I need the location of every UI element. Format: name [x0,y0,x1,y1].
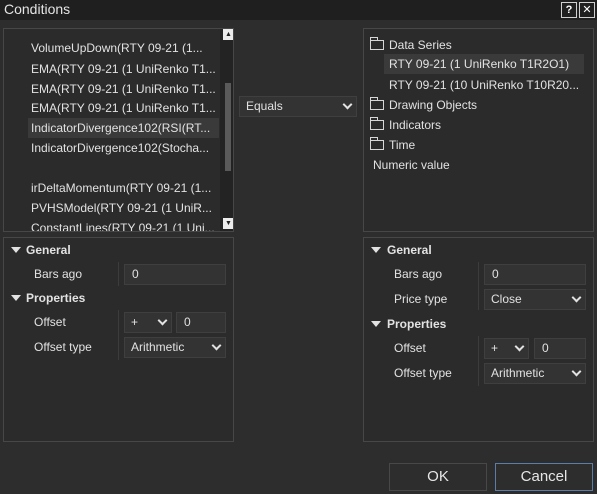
tree-label: Numeric value [373,158,450,172]
chevron-down-icon [571,292,582,303]
offset-type-select[interactable]: Arithmetic [484,363,586,384]
bars-ago-label: Bars ago [394,267,443,281]
chevron-down-icon [157,315,168,326]
collapse-triangle-icon[interactable] [11,295,21,301]
chevron-down-icon [342,99,353,110]
section-properties: Properties [387,317,447,331]
offset-type-value: Arithmetic [491,366,545,380]
tree-label: Time [389,138,416,152]
offset-input[interactable]: 0 [534,338,586,359]
offset-sign-select[interactable]: + [484,338,529,359]
tree-label: RTY 09-21 (1 UniRenko T1R2O1) [389,57,570,71]
help-button[interactable]: ? [561,2,577,18]
folder-icon [370,97,384,110]
offset-label: Offset [394,341,426,355]
offset-type-label: Offset type [394,366,452,380]
list-scrollbar[interactable]: ▲ ▼ [220,29,233,231]
left-properties-panel: General Bars ago 0 Properties Offset + 0… [3,237,234,442]
tree-label: Data Series [389,38,452,52]
left-indicator-list: VolumeUpDown(RTY 09-21 (1... EMA(RTY 09-… [3,28,234,232]
ok-button[interactable]: OK [389,463,487,491]
list-item[interactable] [31,158,219,178]
section-general: General [387,243,432,257]
column-divider [478,336,479,386]
offset-type-label: Offset type [34,340,92,354]
list-item[interactable]: ConstantLines(RTY 09-21 (1 Uni... [31,218,219,231]
tree-item-selected[interactable]: RTY 09-21 (1 UniRenko T1R2O1) [384,54,584,74]
chevron-down-icon [514,341,525,352]
list-item[interactable]: EMA(RTY 09-21 (1 UniRenko T1... [31,98,219,118]
scroll-down-icon[interactable]: ▼ [223,218,233,229]
column-divider [118,262,119,286]
list-item[interactable]: PVHSModel(RTY 09-21 (1 UniR... [31,198,219,218]
bars-ago-label: Bars ago [34,267,83,281]
offset-label: Offset [34,315,66,329]
tree-label: Indicators [389,118,442,132]
bars-ago-input[interactable]: 0 [484,264,586,285]
close-button[interactable]: ✕ [579,2,595,18]
chevron-down-icon [211,340,222,351]
list-item[interactable]: IndicatorDivergence102(Stocha... [31,138,219,158]
right-value-tree: Data Series RTY 09-21 (1 UniRenko T1R2O1… [363,28,594,232]
list-item[interactable]: VolumeUpDown(RTY 09-21 (1... [31,38,219,58]
column-divider [478,262,479,310]
window-title: Conditions [4,1,71,17]
folder-icon [370,117,384,130]
tree-folder-data-series[interactable]: Data Series [370,35,452,55]
offset-type-value: Arithmetic [131,340,185,354]
section-general: General [26,243,71,257]
list-item[interactable]: EMA(RTY 09-21 (1 UniRenko T1... [31,59,219,79]
collapse-triangle-icon[interactable] [371,321,381,327]
tree-label: RTY 09-21 (10 UniRenko T10R20... [389,78,580,92]
tree-item[interactable]: RTY 09-21 (10 UniRenko T10R20... [389,75,587,95]
offset-type-select[interactable]: Arithmetic [124,337,226,358]
scroll-thumb[interactable] [225,83,231,171]
tree-item-numeric-value[interactable]: Numeric value [373,155,450,175]
collapse-triangle-icon[interactable] [11,247,21,253]
tree-folder-drawing-objects[interactable]: Drawing Objects [370,95,477,115]
cancel-button[interactable]: Cancel [495,463,593,491]
list-item-selected[interactable]: IndicatorDivergence102(RSI(RT... [28,118,219,138]
tree-folder-indicators[interactable]: Indicators [370,115,441,135]
list-item[interactable]: irDeltaMomentum(RTY 09-21 (1... [31,178,219,198]
offset-sign-select[interactable]: + [124,312,172,333]
offset-sign-value: + [491,341,499,355]
chevron-down-icon [571,366,582,377]
folder-icon [370,37,384,50]
operator-value: Equals [246,99,283,113]
offset-input[interactable]: 0 [176,312,226,333]
scroll-up-icon[interactable]: ▲ [223,29,233,40]
offset-sign-value: + [131,315,139,329]
operator-select[interactable]: Equals [239,96,357,117]
column-divider [118,310,119,360]
right-properties-panel: General Bars ago 0 Price type Close Prop… [363,237,594,442]
price-type-select[interactable]: Close [484,289,586,310]
section-properties: Properties [26,291,86,305]
price-type-value: Close [491,292,522,306]
price-type-label: Price type [394,292,448,306]
tree-folder-time[interactable]: Time [370,135,415,155]
tree-label: Drawing Objects [389,98,478,112]
list-item[interactable]: EMA(RTY 09-21 (1 UniRenko T1... [31,79,219,99]
collapse-triangle-icon[interactable] [371,247,381,253]
folder-icon [370,137,384,150]
bars-ago-input[interactable]: 0 [124,264,226,285]
title-bar: Conditions ? ✕ [0,0,597,20]
